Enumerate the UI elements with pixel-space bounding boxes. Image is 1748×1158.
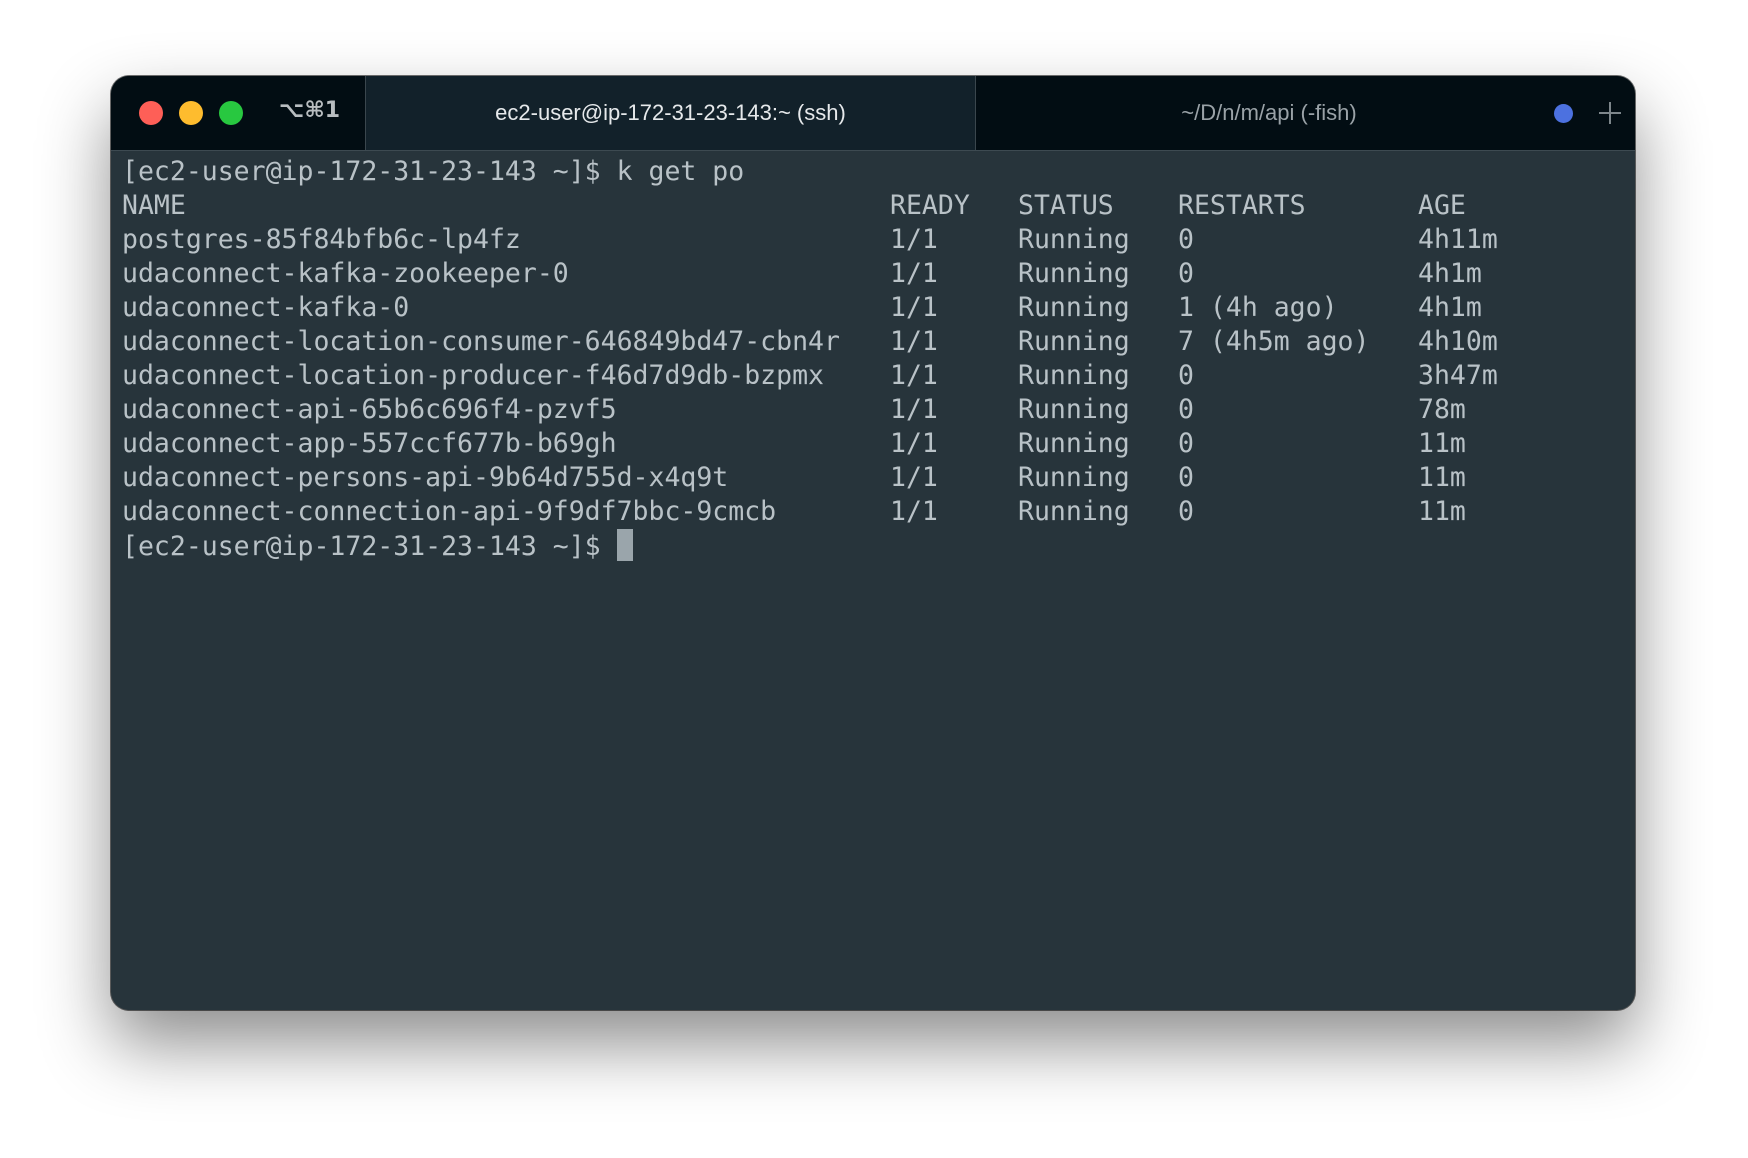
pod-restarts: 0 xyxy=(1178,462,1194,493)
pod-age: 11m xyxy=(1418,496,1466,527)
tab-shortcut-label: ⌥⌘1 xyxy=(279,98,341,123)
pod-name: udaconnect-persons-api-9b64d755d-x4q9t xyxy=(122,462,729,493)
table-row: udaconnect-location-consumer-646849bd47-… xyxy=(122,325,1622,359)
pod-ready: 1/1 xyxy=(890,360,938,391)
header-name: NAME xyxy=(122,190,186,221)
pod-status: Running xyxy=(1018,496,1130,527)
pod-status: Running xyxy=(1018,258,1130,289)
pod-status: Running xyxy=(1018,462,1130,493)
pod-restarts: 0 xyxy=(1178,428,1194,459)
table-row: udaconnect-api-65b6c696f4-pzvf5 1/1 Runn… xyxy=(122,393,1622,427)
shell-prompt: [ec2-user@ip-172-31-23-143 ~]$ xyxy=(122,531,601,562)
terminal-window: ⌥⌘1 ec2-user@ip-172-31-23-143:~ (ssh) ~/… xyxy=(111,76,1635,1010)
table-row: udaconnect-connection-api-9f9df7bbc-9cmc… xyxy=(122,495,1622,529)
pod-status: Running xyxy=(1018,224,1130,255)
pod-restarts: 7 (4h5m ago) xyxy=(1178,326,1370,357)
pod-status: Running xyxy=(1018,394,1130,425)
table-row: udaconnect-app-557ccf677b-b69gh 1/1 Runn… xyxy=(122,427,1622,461)
tab-fish-label: ~/D/n/m/api (-fish) xyxy=(1181,100,1357,125)
pod-restarts: 0 xyxy=(1178,258,1194,289)
header-age: AGE xyxy=(1418,190,1466,221)
terminal-content[interactable]: [ec2-user@ip-172-31-23-143 ~]$ k get po … xyxy=(111,150,1635,1010)
table-row: udaconnect-kafka-0 1/1 Running 1 (4h ago… xyxy=(122,291,1622,325)
pod-restarts: 1 (4h ago) xyxy=(1178,292,1338,323)
minimize-button[interactable] xyxy=(179,101,203,125)
table-row: udaconnect-location-producer-f46d7d9db-b… xyxy=(122,359,1622,393)
pod-restarts: 0 xyxy=(1178,224,1194,255)
pod-status: Running xyxy=(1018,428,1130,459)
pod-age: 4h11m xyxy=(1418,224,1498,255)
table-row: udaconnect-persons-api-9b64d755d-x4q9t 1… xyxy=(122,461,1622,495)
table-row: udaconnect-kafka-zookeeper-0 1/1 Running… xyxy=(122,257,1622,291)
pod-name: udaconnect-kafka-zookeeper-0 xyxy=(122,258,569,289)
pod-ready: 1/1 xyxy=(890,394,938,425)
pod-name: udaconnect-location-producer-f46d7d9db-b… xyxy=(122,360,824,391)
pod-restarts: 0 xyxy=(1178,394,1194,425)
header-status: STATUS xyxy=(1018,190,1114,221)
pod-restarts: 0 xyxy=(1178,496,1194,527)
pod-age: 11m xyxy=(1418,428,1466,459)
tab-ssh[interactable]: ec2-user@ip-172-31-23-143:~ (ssh) xyxy=(365,76,976,150)
pod-name: udaconnect-kafka-0 xyxy=(122,292,410,323)
tab-ssh-label: ec2-user@ip-172-31-23-143:~ (ssh) xyxy=(495,100,846,125)
pod-ready: 1/1 xyxy=(890,224,938,255)
pod-ready: 1/1 xyxy=(890,496,938,527)
pod-status: Running xyxy=(1018,360,1130,391)
text-cursor xyxy=(616,529,633,561)
pod-status: Running xyxy=(1018,292,1130,323)
title-bar: ⌥⌘1 ec2-user@ip-172-31-23-143:~ (ssh) ~/… xyxy=(111,76,1635,150)
pod-age: 3h47m xyxy=(1418,360,1498,391)
header-restarts: RESTARTS xyxy=(1178,190,1306,221)
pod-status: Running xyxy=(1018,326,1130,357)
prompt-line: [ec2-user@ip-172-31-23-143 ~]$ xyxy=(122,529,633,563)
pod-age: 4h1m xyxy=(1418,292,1482,323)
pod-age: 4h1m xyxy=(1418,258,1482,289)
pod-ready: 1/1 xyxy=(890,462,938,493)
pod-age: 4h10m xyxy=(1418,326,1498,357)
pod-name: postgres-85f84bfb6c-lp4fz xyxy=(122,224,521,255)
pod-ready: 1/1 xyxy=(890,326,938,357)
table-row: postgres-85f84bfb6c-lp4fz 1/1 Running 0 … xyxy=(122,223,1622,257)
tab-fish[interactable]: ~/D/n/m/api (-fish) xyxy=(976,76,1562,150)
pod-name: udaconnect-location-consumer-646849bd47-… xyxy=(122,326,840,357)
pod-ready: 1/1 xyxy=(890,428,938,459)
pod-name: udaconnect-api-65b6c696f4-pzvf5 xyxy=(122,394,617,425)
pod-name: udaconnect-app-557ccf677b-b69gh xyxy=(122,428,617,459)
pod-ready: 1/1 xyxy=(890,258,938,289)
close-button[interactable] xyxy=(139,101,163,125)
activity-dot-icon xyxy=(1554,104,1573,123)
command-line: [ec2-user@ip-172-31-23-143 ~]$ k get po xyxy=(122,156,745,187)
pod-restarts: 0 xyxy=(1178,360,1194,391)
pod-ready: 1/1 xyxy=(890,292,938,323)
pod-name: udaconnect-connection-api-9f9df7bbc-9cmc… xyxy=(122,496,777,527)
pod-age: 78m xyxy=(1418,394,1466,425)
table-header: NAME READY STATUS RESTARTS AGE xyxy=(122,189,1622,223)
new-tab-plus-icon[interactable] xyxy=(1597,100,1623,126)
pod-age: 11m xyxy=(1418,462,1466,493)
zoom-button[interactable] xyxy=(219,101,243,125)
header-ready: READY xyxy=(890,190,970,221)
